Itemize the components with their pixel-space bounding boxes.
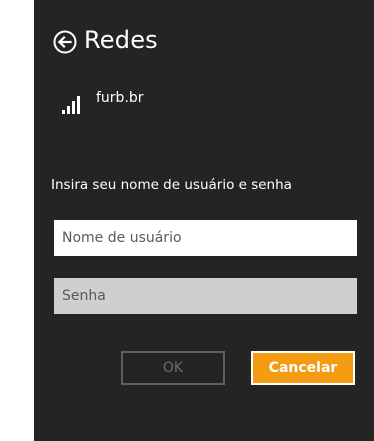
- network-login-pane: Redes furb.br Insira seu nome de usuário…: [34, 0, 374, 441]
- password-input[interactable]: [54, 278, 357, 314]
- back-button[interactable]: [53, 30, 77, 54]
- cancel-button[interactable]: Cancelar: [251, 351, 355, 385]
- ok-button[interactable]: OK: [121, 351, 225, 385]
- back-arrow-circle-icon: [53, 30, 77, 54]
- page-title: Redes: [84, 26, 158, 54]
- login-prompt: Insira seu nome de usuário e senha: [51, 177, 292, 193]
- wifi-signal-icon: [62, 96, 80, 114]
- username-input[interactable]: [54, 220, 357, 256]
- network-name: furb.br: [96, 90, 144, 106]
